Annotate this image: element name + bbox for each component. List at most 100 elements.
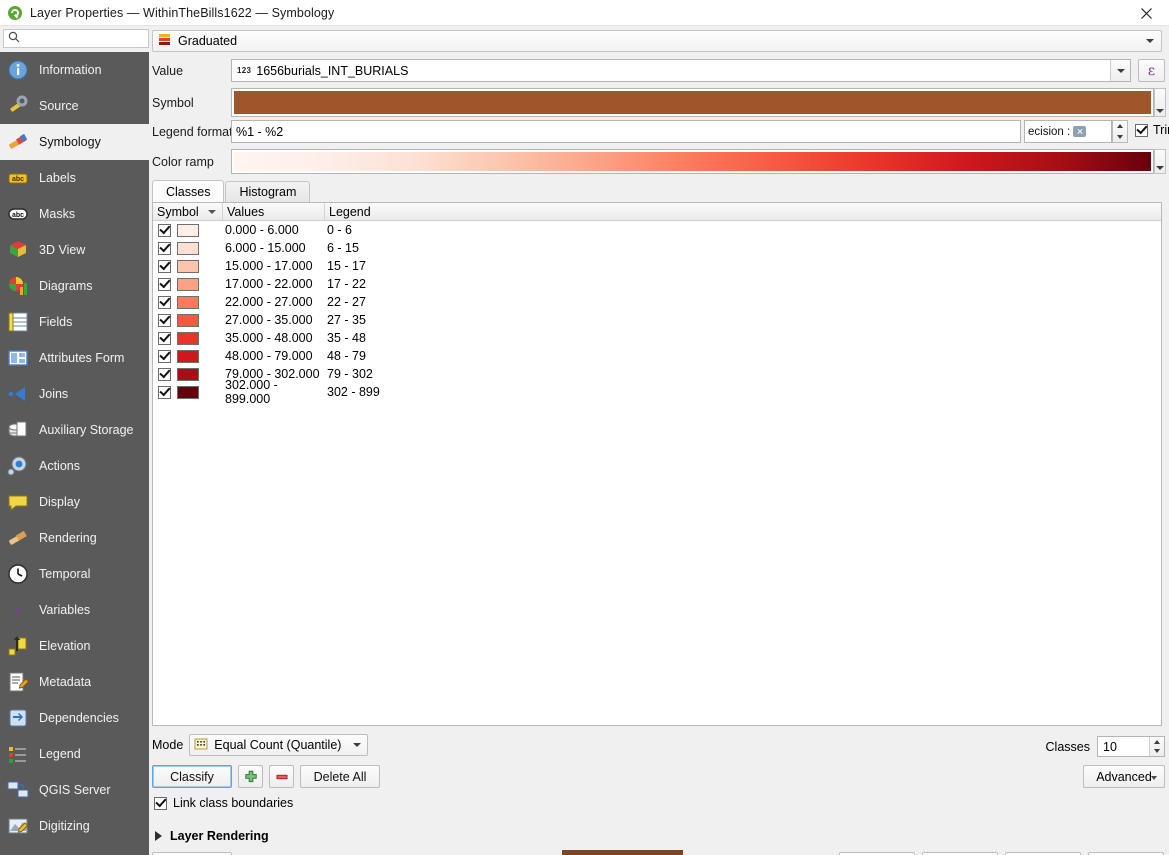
classes-count-stepper[interactable] [1149, 737, 1164, 756]
class-symbol-cell[interactable] [153, 386, 223, 399]
class-color-swatch[interactable] [177, 386, 199, 399]
search-input[interactable] [23, 31, 141, 47]
sidebar-item-elevation[interactable]: Elevation [0, 628, 149, 664]
color-ramp-preview[interactable] [231, 149, 1154, 174]
sidebar-item-labels[interactable]: abcLabels [0, 160, 149, 196]
class-color-swatch[interactable] [177, 260, 199, 273]
expression-editor-button[interactable]: ε [1138, 59, 1165, 82]
link-class-boundaries-group[interactable]: Link class boundaries [154, 796, 293, 810]
trim-checkbox[interactable] [1135, 124, 1148, 137]
class-symbol-cell[interactable] [153, 314, 223, 327]
table-row[interactable]: 0.000 - 6.0000 - 6 [153, 221, 1161, 239]
sidebar-item-dependencies[interactable]: Dependencies [0, 700, 149, 736]
value-dropdown-button[interactable] [1110, 60, 1130, 81]
class-legend-cell[interactable]: 17 - 22 [325, 277, 1161, 291]
class-color-swatch[interactable] [177, 242, 199, 255]
sort-descending-icon[interactable] [208, 210, 216, 214]
class-symbol-cell[interactable] [153, 350, 223, 363]
precision-stepper[interactable] [1112, 120, 1128, 143]
column-header-symbol[interactable]: Symbol [153, 203, 223, 220]
table-row[interactable]: 35.000 - 48.00035 - 48 [153, 329, 1161, 347]
sidebar-item-metadata[interactable]: Metadata [0, 664, 149, 700]
value-field-combo[interactable]: 123 1656burials_INT_BURIALS [231, 59, 1131, 82]
class-values-cell[interactable]: 48.000 - 79.000 [223, 349, 325, 363]
table-row[interactable]: 302.000 - 899.000302 - 899 [153, 383, 1161, 401]
class-visible-checkbox[interactable] [158, 332, 171, 345]
class-values-cell[interactable]: 15.000 - 17.000 [223, 259, 325, 273]
table-row[interactable]: 15.000 - 17.00015 - 17 [153, 257, 1161, 275]
sidebar-item-fields[interactable]: Fields [0, 304, 149, 340]
table-row[interactable]: 22.000 - 27.00022 - 27 [153, 293, 1161, 311]
sidebar-item-auxiliary-storage[interactable]: Auxiliary Storage [0, 412, 149, 448]
class-symbol-cell[interactable] [153, 224, 223, 237]
search-box[interactable] [3, 29, 149, 48]
sidebar-item-source[interactable]: Source [0, 88, 149, 124]
link-class-boundaries-checkbox[interactable] [154, 797, 167, 810]
sidebar-item-legend[interactable]: Legend [0, 736, 149, 772]
sidebar-item-attributes-form[interactable]: Attributes Form [0, 340, 149, 376]
precision-stepper-down[interactable] [1113, 132, 1127, 143]
class-values-cell[interactable]: 35.000 - 48.000 [223, 331, 325, 345]
symbol-dropdown-button[interactable] [1154, 88, 1166, 117]
class-values-cell[interactable]: 6.000 - 15.000 [223, 241, 325, 255]
sidebar-item-rendering[interactable]: Rendering [0, 520, 149, 556]
advanced-button[interactable]: Advanced [1083, 765, 1165, 788]
sidebar-item-information[interactable]: Information [0, 52, 149, 88]
sidebar-item-variables[interactable]: εVariables [0, 592, 149, 628]
class-symbol-cell[interactable] [153, 278, 223, 291]
precision-input[interactable]: ecision : [1024, 120, 1112, 143]
class-values-cell[interactable]: 27.000 - 35.000 [223, 313, 325, 327]
class-legend-cell[interactable]: 22 - 27 [325, 295, 1161, 309]
sidebar-item-diagrams[interactable]: Diagrams [0, 268, 149, 304]
classes-count-stepper-down[interactable] [1150, 747, 1164, 757]
sidebar-item-symbology[interactable]: Symbology [0, 124, 149, 160]
precision-stepper-up[interactable] [1113, 121, 1127, 132]
class-symbol-cell[interactable] [153, 242, 223, 255]
table-row[interactable]: 48.000 - 79.00048 - 79 [153, 347, 1161, 365]
class-values-cell[interactable]: 0.000 - 6.000 [223, 223, 325, 237]
sidebar-item-qgis-server[interactable]: QGIS Server [0, 772, 149, 808]
mode-combo[interactable]: Equal Count (Quantile) [189, 734, 368, 756]
class-visible-checkbox[interactable] [158, 278, 171, 291]
class-visible-checkbox[interactable] [158, 242, 171, 255]
class-color-swatch[interactable] [177, 296, 199, 309]
sidebar-item-digitizing[interactable]: Digitizing [0, 808, 149, 844]
class-color-swatch[interactable] [177, 314, 199, 327]
delete-all-button[interactable]: Delete All [300, 765, 380, 788]
class-visible-checkbox[interactable] [158, 260, 171, 273]
sidebar-item-display[interactable]: Display [0, 484, 149, 520]
tab-histogram[interactable]: Histogram [225, 181, 310, 202]
sidebar-item-temporal[interactable]: Temporal [0, 556, 149, 592]
tab-classes[interactable]: Classes [152, 180, 224, 202]
class-values-cell[interactable]: 17.000 - 22.000 [223, 277, 325, 291]
class-symbol-cell[interactable] [153, 260, 223, 273]
color-ramp-dropdown-button[interactable] [1154, 149, 1166, 174]
trim-checkbox-group[interactable]: Trim [1135, 123, 1169, 137]
class-symbol-cell[interactable] [153, 296, 223, 309]
class-legend-cell[interactable]: 27 - 35 [325, 313, 1161, 327]
class-color-swatch[interactable] [177, 224, 199, 237]
add-class-button[interactable] [238, 765, 263, 788]
sidebar-item-masks[interactable]: abcMasks [0, 196, 149, 232]
class-visible-checkbox[interactable] [158, 368, 171, 381]
sidebar-item-joins[interactable]: Joins [0, 376, 149, 412]
class-visible-checkbox[interactable] [158, 224, 171, 237]
classes-count-input[interactable]: 10 [1097, 736, 1165, 757]
table-row[interactable]: 17.000 - 22.00017 - 22 [153, 275, 1161, 293]
class-legend-cell[interactable]: 0 - 6 [325, 223, 1161, 237]
class-color-swatch[interactable] [177, 332, 199, 345]
class-legend-cell[interactable]: 48 - 79 [325, 349, 1161, 363]
class-visible-checkbox[interactable] [158, 296, 171, 309]
class-legend-cell[interactable]: 302 - 899 [325, 385, 1161, 399]
class-symbol-cell[interactable] [153, 368, 223, 381]
class-legend-cell[interactable]: 79 - 302 [325, 367, 1161, 381]
class-values-cell[interactable]: 22.000 - 27.000 [223, 295, 325, 309]
class-color-swatch[interactable] [177, 278, 199, 291]
table-row[interactable]: 27.000 - 35.00027 - 35 [153, 311, 1161, 329]
symbology-tabs[interactable]: ClassesHistogram [152, 181, 1162, 202]
class-legend-cell[interactable]: 35 - 48 [325, 331, 1161, 345]
class-legend-cell[interactable]: 6 - 15 [325, 241, 1161, 255]
class-color-swatch[interactable] [177, 368, 199, 381]
class-symbol-cell[interactable] [153, 332, 223, 345]
classes-count-stepper-up[interactable] [1150, 737, 1164, 747]
